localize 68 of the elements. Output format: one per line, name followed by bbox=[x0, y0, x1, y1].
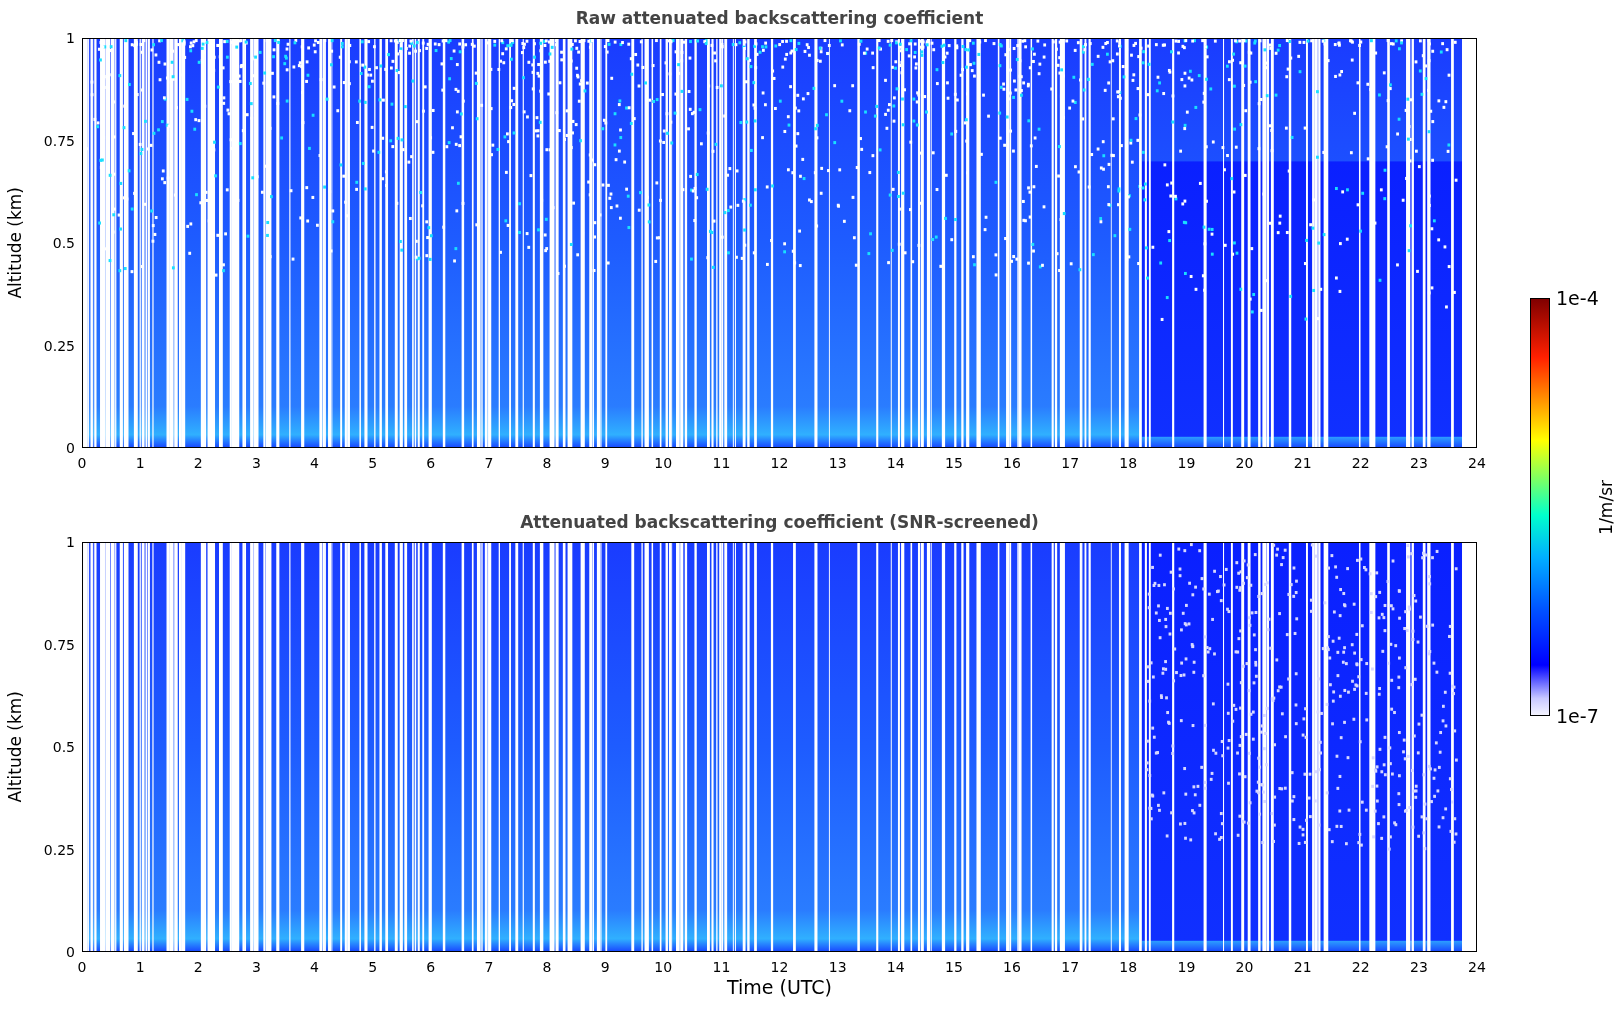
tick-label: 17 bbox=[1061, 455, 1080, 472]
tick-label: 11 bbox=[712, 455, 731, 472]
tick-label: 16 bbox=[1003, 455, 1021, 472]
tick-label: 15 bbox=[944, 455, 963, 472]
tick-label: 5 bbox=[368, 455, 378, 472]
axis-label: 1/m/sr bbox=[1596, 479, 1616, 535]
tick-label: 9 bbox=[600, 455, 610, 472]
axis-label: Time (UTC) bbox=[727, 976, 832, 998]
tick-label: 20 bbox=[1235, 455, 1254, 472]
tick-label: 0.75 bbox=[43, 132, 76, 149]
tick-label: 21 bbox=[1293, 959, 1312, 976]
tick-label: 2 bbox=[193, 959, 203, 976]
tick-label: 0 bbox=[66, 944, 76, 960]
tick-label: 23 bbox=[1409, 455, 1428, 472]
tick-label: 3 bbox=[251, 455, 261, 472]
tick-label: 13 bbox=[828, 959, 847, 976]
axis-label: Altitude (km) bbox=[5, 691, 25, 803]
chart-title: Raw attenuated backscattering coefficient bbox=[574, 8, 985, 30]
tick-label: 24 bbox=[1468, 455, 1486, 472]
tick-label: 2 bbox=[193, 455, 203, 472]
tick-label: 8 bbox=[542, 455, 552, 472]
tick-label: 19 bbox=[1177, 455, 1196, 472]
tick-label: 21 bbox=[1293, 455, 1312, 472]
tick-label: 0.5 bbox=[52, 739, 76, 755]
tick-label: 4 bbox=[310, 455, 319, 472]
tick-label: 0 bbox=[77, 959, 87, 976]
tick-label: 10 bbox=[654, 455, 673, 472]
tick-label: 0.5 bbox=[52, 235, 76, 251]
tick-label: 10 bbox=[654, 959, 673, 976]
tick-label: 18 bbox=[1119, 959, 1138, 976]
tick-label: 14 bbox=[886, 959, 905, 976]
tick-label: 5 bbox=[368, 959, 378, 976]
tick-label: 3 bbox=[251, 959, 261, 976]
tick-label: 0.25 bbox=[43, 841, 76, 858]
tick-label: 12 bbox=[770, 455, 789, 472]
tick-label: 1e-4 bbox=[1556, 287, 1599, 309]
tick-label: 8 bbox=[542, 959, 552, 976]
tick-label: 23 bbox=[1409, 959, 1428, 976]
axis-label: Altitude (km) bbox=[5, 187, 25, 299]
tick-label: 12 bbox=[770, 959, 789, 976]
tick-label: 15 bbox=[944, 959, 963, 976]
tick-label: 16 bbox=[1003, 959, 1021, 976]
tick-label: 13 bbox=[828, 455, 847, 472]
tick-label: 6 bbox=[426, 959, 436, 976]
tick-label: 0 bbox=[66, 440, 76, 456]
tick-label: 1 bbox=[135, 959, 145, 976]
tick-label: 6 bbox=[426, 455, 436, 472]
tick-label: 9 bbox=[600, 959, 610, 976]
tick-label: 14 bbox=[886, 455, 905, 472]
tick-label: 1 bbox=[135, 455, 145, 472]
tick-label: 1 bbox=[66, 30, 76, 46]
tick-label: 4 bbox=[310, 959, 319, 976]
tick-label: 19 bbox=[1177, 959, 1196, 976]
tick-label: 24 bbox=[1468, 959, 1486, 976]
chart-title: Attenuated backscattering coefficient (SNR-screened) bbox=[519, 512, 1040, 534]
tick-label: 22 bbox=[1351, 455, 1370, 472]
tick-label: 1 bbox=[66, 534, 76, 550]
tick-label: 0 bbox=[77, 455, 87, 472]
tick-label: 1e-7 bbox=[1556, 705, 1599, 727]
tick-label: 17 bbox=[1061, 959, 1080, 976]
tick-label: 7 bbox=[484, 959, 494, 976]
tick-label: 11 bbox=[712, 959, 731, 976]
tick-label: 20 bbox=[1235, 959, 1254, 976]
tick-label: 0.25 bbox=[43, 337, 76, 354]
tick-label: 22 bbox=[1351, 959, 1370, 976]
tick-label: 0.75 bbox=[43, 636, 76, 653]
tick-label: 18 bbox=[1119, 455, 1138, 472]
tick-label: 7 bbox=[484, 455, 494, 472]
